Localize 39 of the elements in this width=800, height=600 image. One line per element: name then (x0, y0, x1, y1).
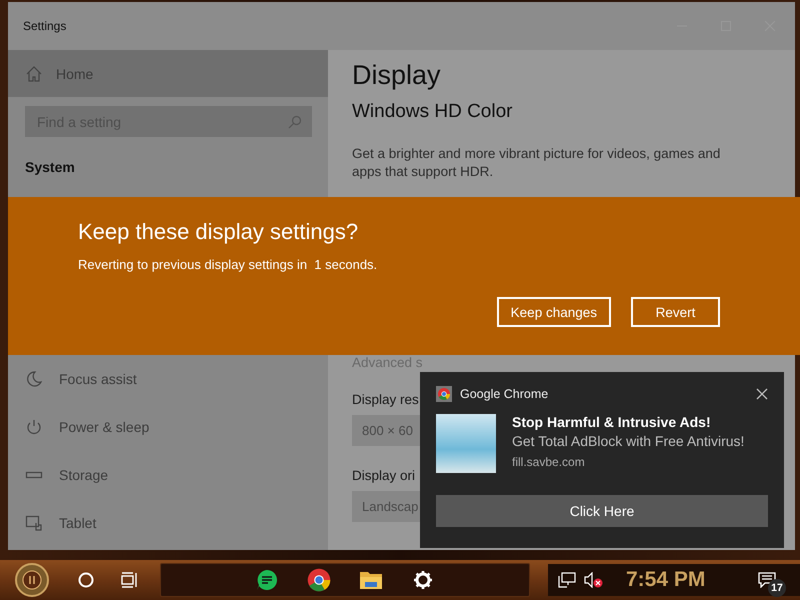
field-label: Display res (352, 392, 419, 407)
notification-source: fill.savbe.com (512, 455, 586, 469)
app-name: Google Chrome (460, 387, 548, 401)
click-here-button[interactable]: Click Here (436, 495, 768, 527)
browser-icon[interactable] (307, 568, 331, 592)
network-icon[interactable] (558, 572, 576, 588)
notification-count: 17 (768, 579, 786, 597)
nav-item[interactable]: Focus assist (8, 355, 328, 403)
page-title: Display (352, 60, 442, 91)
section-heading: System (25, 159, 76, 175)
start-button[interactable] (15, 563, 49, 597)
image-placeholder (436, 414, 496, 473)
keep-button[interactable]: Keep changes (496, 297, 611, 327)
gear-icon[interactable] (413, 570, 433, 590)
dialog-message: Reverting to previous display settings in 1 seconds. (78, 257, 378, 272)
nav-item[interactable]: Power & sleep (8, 403, 328, 451)
revert-button[interactable]: Revert (631, 297, 720, 327)
home-icon (26, 66, 42, 82)
tablet-icon (25, 514, 43, 532)
muted-speaker-icon[interactable] (584, 572, 604, 588)
chat-app-icon[interactable] (256, 569, 278, 591)
description-text: Get a brighter and more vibrant picture for videos, games and apps that support HDR. (352, 145, 722, 181)
task-view-icon[interactable] (121, 572, 139, 588)
close-button[interactable] (756, 388, 768, 400)
folder-icon[interactable] (359, 570, 383, 590)
field-label: Display ori (352, 468, 416, 483)
search-circle-icon[interactable] (78, 572, 94, 588)
power-icon (25, 418, 43, 436)
notification-title: Stop Harmful & Intrusive Ads! (512, 414, 712, 430)
notification-body: Get Total AdBlock with Free Antivirus! (512, 433, 744, 449)
clock: 7:54 PM (626, 568, 706, 592)
browser-logo-icon (436, 386, 452, 402)
nav-item[interactable]: Storage (8, 451, 328, 499)
window-title: Settings (23, 19, 66, 33)
nav-item[interactable]: Tablet (8, 499, 328, 547)
section-heading: Windows HD Color (352, 101, 514, 123)
moon-icon (25, 370, 43, 388)
dialog-title: Keep these display settings? (78, 219, 360, 245)
search-icon (288, 114, 302, 128)
